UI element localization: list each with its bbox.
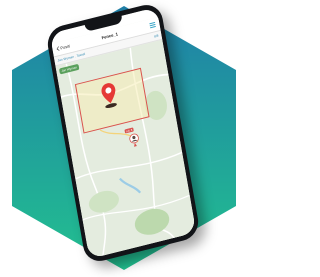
back-button[interactable]: Positi — [56, 43, 70, 51]
device-count: 8/8 — [153, 33, 159, 39]
menu-icon[interactable] — [149, 21, 156, 29]
